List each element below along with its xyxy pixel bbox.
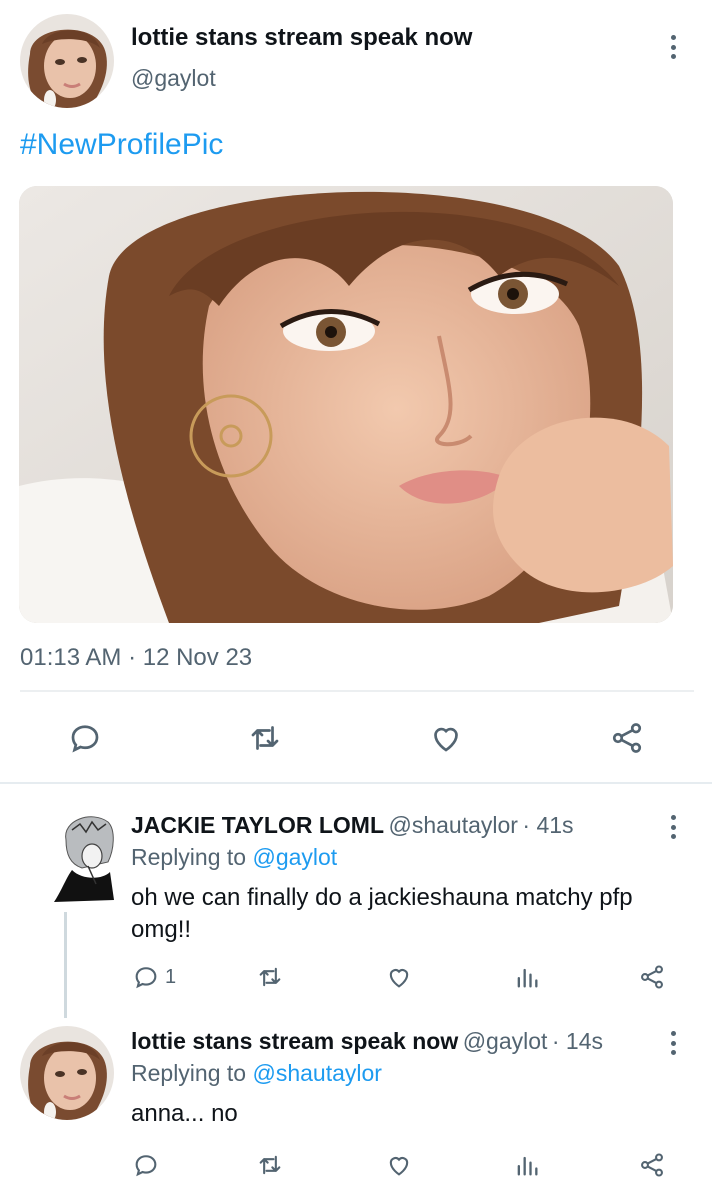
retweet-icon[interactable] <box>255 962 285 992</box>
avatar-photo <box>20 1026 114 1120</box>
reply-icon[interactable] <box>131 962 161 992</box>
reply-time[interactable]: · 14s <box>552 1028 603 1054</box>
replying-to: Replying to @gaylot <box>131 844 337 871</box>
replying-prefix: Replying to <box>131 1060 247 1086</box>
retweet-icon[interactable] <box>255 1150 285 1180</box>
share-icon[interactable] <box>637 1150 667 1180</box>
share-icon[interactable] <box>608 719 646 757</box>
analytics-icon[interactable] <box>512 962 542 992</box>
sketch-avatar <box>52 810 118 908</box>
replying-to: Replying to @shautaylor <box>131 1060 382 1087</box>
reply-count: 1 <box>165 966 177 988</box>
analytics-icon[interactable] <box>512 1150 542 1180</box>
reply-author-name[interactable]: JACKIE TAYLOR LOML <box>131 812 384 838</box>
reply-time[interactable]: · 41s <box>522 812 573 838</box>
hashtag-link[interactable]: #NewProfilePic <box>20 128 223 162</box>
divider <box>20 690 694 692</box>
replying-mention[interactable]: @shautaylor <box>252 1060 381 1086</box>
thread-line <box>64 912 67 1018</box>
reply-header: lottie stans stream speak now @gaylot · … <box>131 1028 603 1055</box>
like-icon[interactable] <box>384 962 414 992</box>
replying-prefix: Replying to <box>131 844 247 870</box>
like-icon[interactable] <box>427 719 465 757</box>
more-options-icon[interactable] <box>661 1028 685 1058</box>
reply-header: JACKIE TAYLOR LOML @shautaylor · 41s <box>131 812 574 839</box>
reply-author-handle[interactable]: @shautaylor <box>388 812 517 838</box>
reply-author-name[interactable]: lottie stans stream speak now <box>131 1028 458 1054</box>
tweet-photo[interactable] <box>19 186 673 623</box>
retweet-icon[interactable] <box>246 719 284 757</box>
author-name[interactable]: lottie stans stream speak now <box>131 24 472 52</box>
reply-text: anna... no <box>131 1100 238 1127</box>
reply-avatar[interactable] <box>52 810 118 908</box>
replying-mention[interactable]: @gaylot <box>252 844 337 870</box>
more-options-icon[interactable] <box>661 32 685 62</box>
avatar-photo <box>20 14 114 108</box>
author-avatar[interactable] <box>20 14 114 108</box>
like-icon[interactable] <box>384 1150 414 1180</box>
section-divider <box>0 782 712 784</box>
reply-icon[interactable] <box>66 719 104 757</box>
reply-text: oh we can finally do a jackieshauna matc… <box>131 884 633 943</box>
more-options-icon[interactable] <box>661 812 685 842</box>
reply-avatar[interactable] <box>20 1026 114 1120</box>
portrait-image <box>19 186 673 623</box>
reply-icon[interactable] <box>131 1150 161 1180</box>
author-handle[interactable]: @gaylot <box>131 65 216 92</box>
reply-author-handle[interactable]: @gaylot <box>463 1028 548 1054</box>
tweet-timestamp[interactable]: 01:13 AM · 12 Nov 23 <box>20 644 252 672</box>
share-icon[interactable] <box>637 962 667 992</box>
